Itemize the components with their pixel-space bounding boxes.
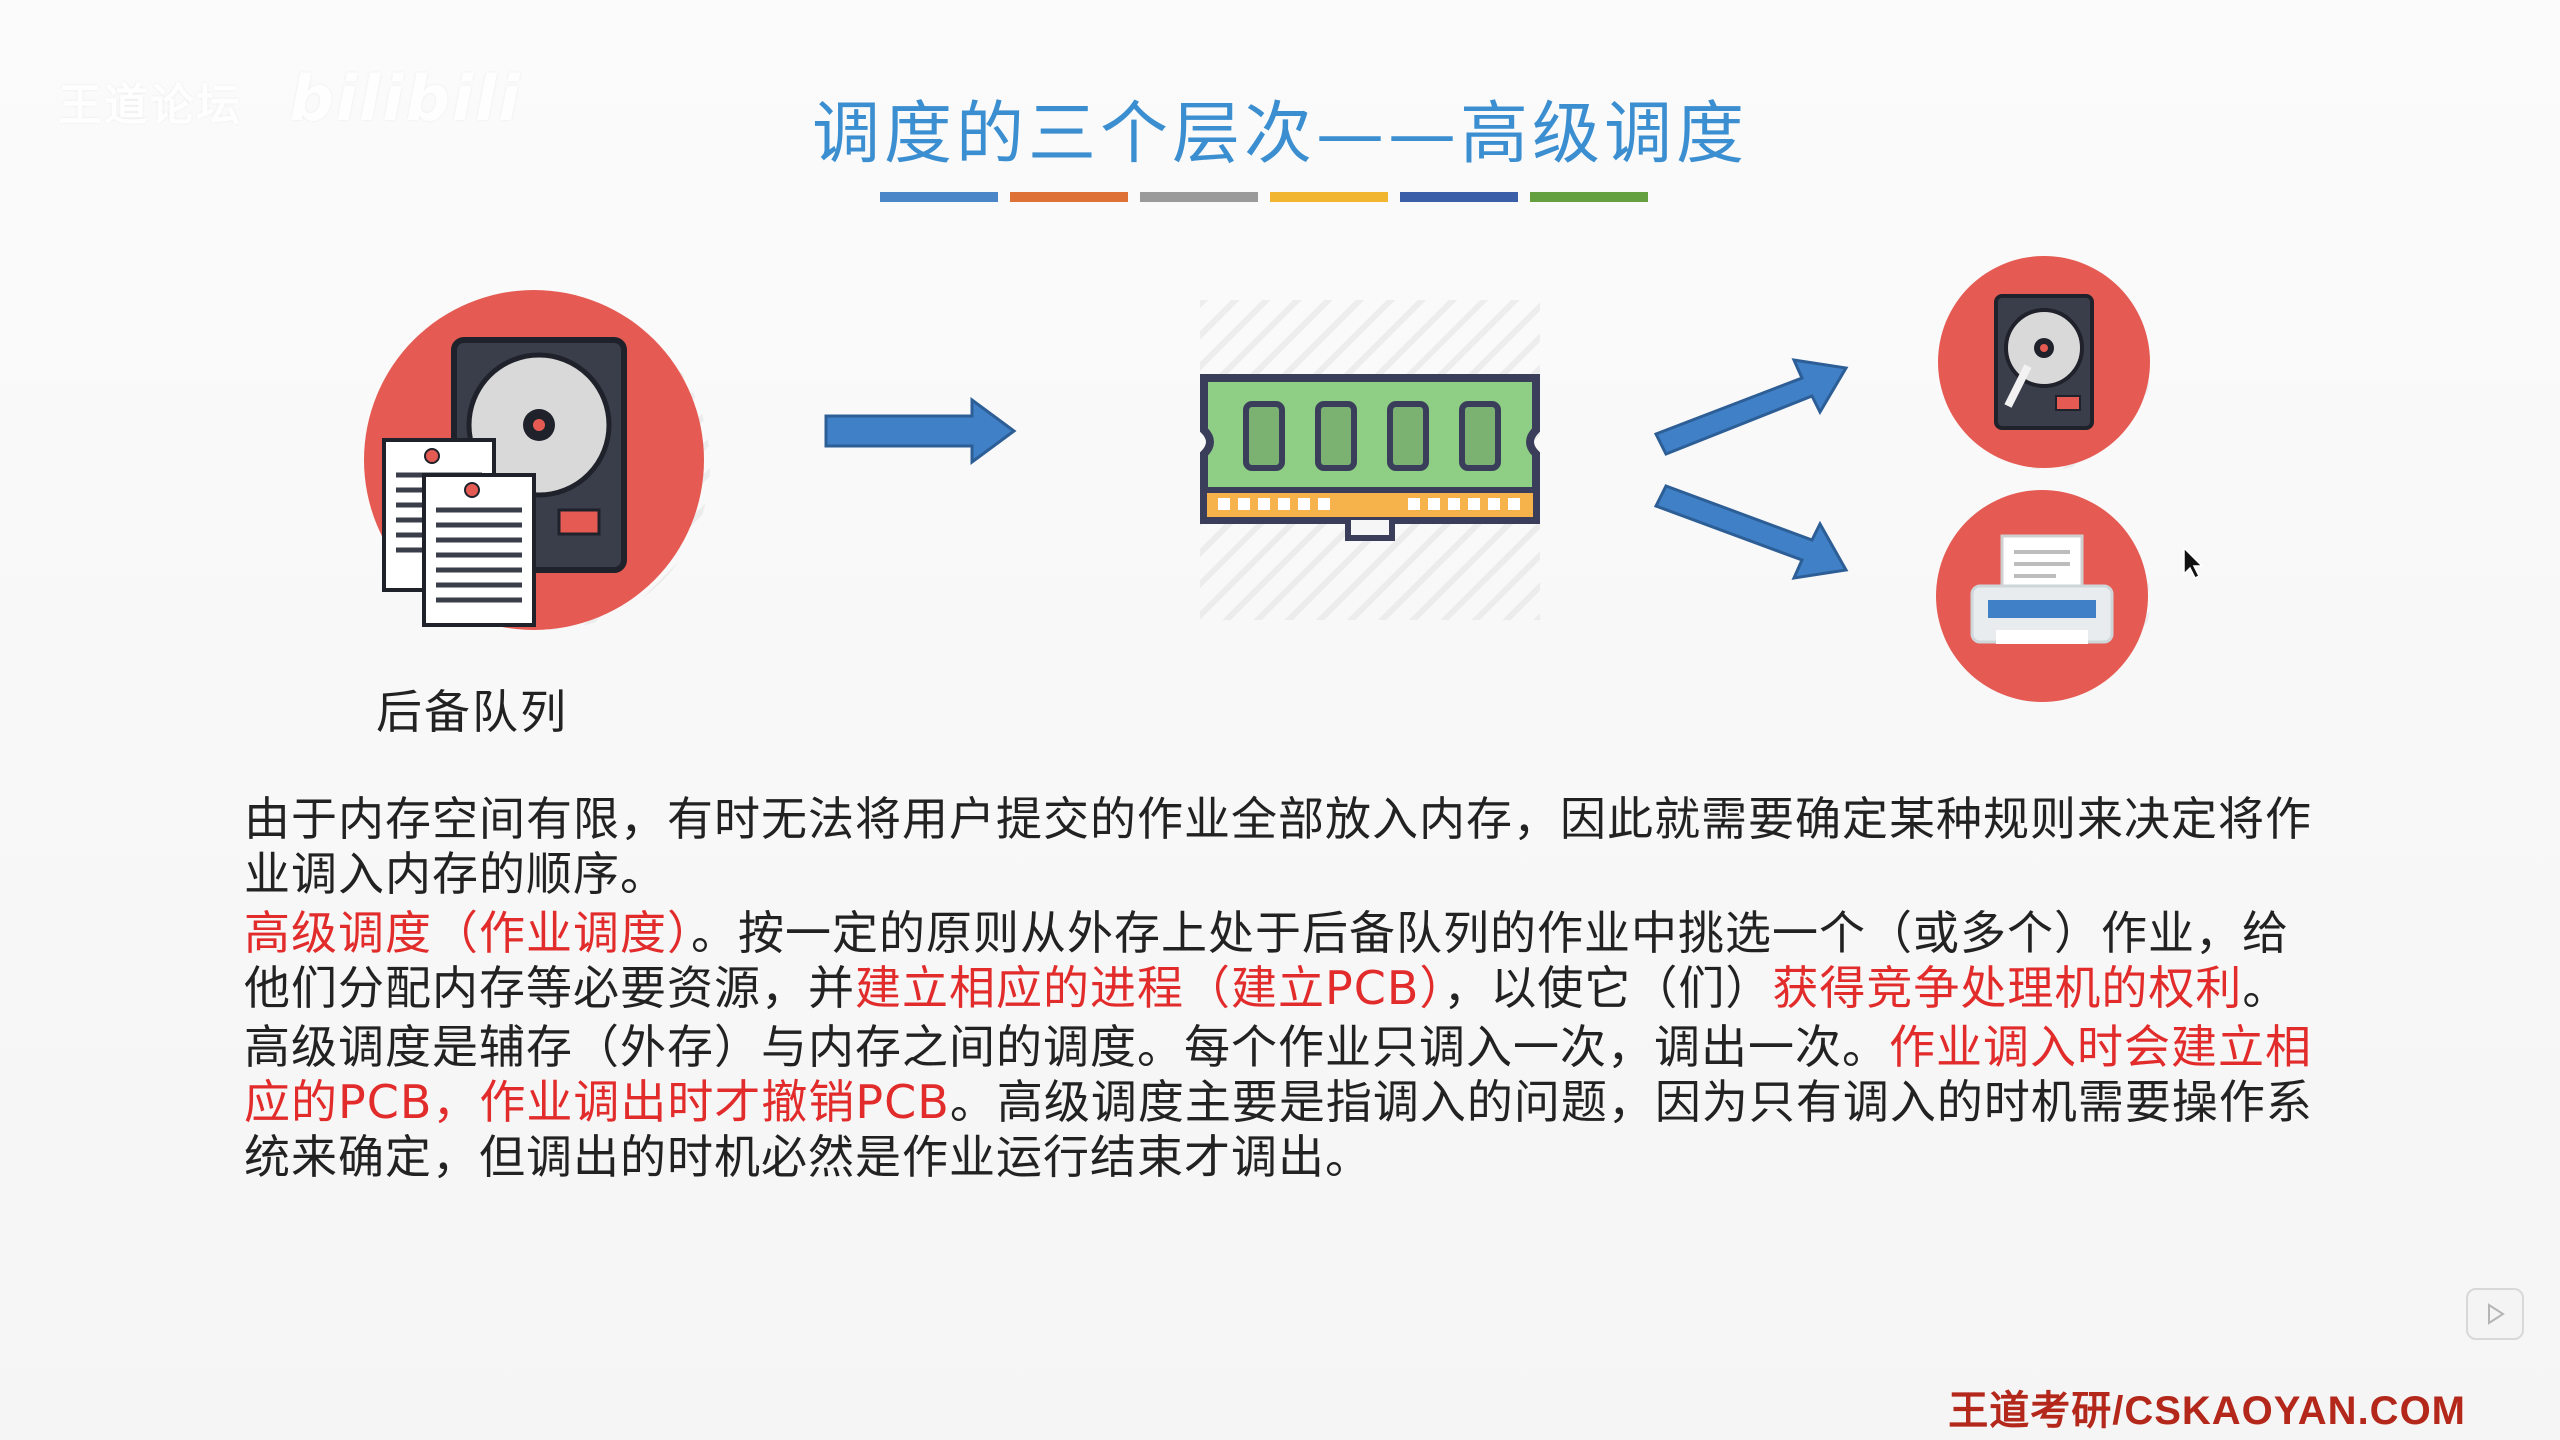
body-text-segment: 高级调度是辅存（外存）与内存之间的调度。每个作业只调入一次，调出一次。 (244, 1020, 1889, 1074)
paragraph: 由于内存空间有限，有时无法将用户提交的作业全部放入内存，因此就需要确定某种规则来… (244, 792, 2324, 902)
body-text-segment: 。 (2242, 961, 2290, 1015)
title-bar-2 (1140, 192, 1258, 202)
memory-ram-icon (1200, 374, 1540, 541)
title-underline-bars (880, 192, 1648, 202)
play-icon (2488, 1303, 2505, 1325)
slide-title: 调度的三个层次——高级调度 (811, 95, 1748, 174)
title-bar-0 (880, 192, 998, 202)
body-text-segment: ，以使它（们） (1443, 961, 1773, 1015)
footer-brand: 王道考研/CSKAOYAN.COM (1948, 1389, 2466, 1433)
title-bar-1 (1010, 192, 1128, 202)
right-arrow-icon (824, 397, 1017, 465)
body-text-segment: 由于内存空间有限，有时无法将用户提交的作业全部放入内存，因此就需要确定某种规则来… (244, 792, 2312, 901)
printer-icon (1936, 490, 2148, 702)
backlog-queue-label: 后备队列 (376, 685, 568, 739)
up-right-arrow-icon (1653, 358, 1849, 456)
highlight-text: 高级调度（作业调度） (244, 906, 691, 960)
title-bar-5 (1530, 192, 1648, 202)
slide: 王道论坛 bilibili 调度的三个层次——高级调度 后备队列 由于内存空间有… (0, 0, 2560, 1440)
highlight-text: 获得竞争处理机的权利 (1772, 961, 2243, 1015)
highlight-text: 建立相应的进程（建立PCB） (855, 961, 1444, 1015)
down-right-arrow-icon (1653, 484, 1849, 580)
paragraph: 高级调度是辅存（外存）与内存之间的调度。每个作业只调入一次，调出一次。作业调入时… (244, 1020, 2324, 1185)
mouse-cursor-icon (2183, 546, 2204, 580)
paragraph: 高级调度（作业调度）。按一定的原则从外存上处于后备队列的作业中挑选一个（或多个）… (244, 906, 2324, 1016)
hard-disk-icon (1938, 256, 2150, 468)
title-bar-4 (1400, 192, 1518, 202)
body-text: 由于内存空间有限，有时无法将用户提交的作业全部放入内存，因此就需要确定某种规则来… (244, 792, 2324, 1189)
play-button[interactable] (2466, 1288, 2524, 1340)
hard-disk-with-documents-icon (364, 290, 704, 630)
title-bar-3 (1270, 192, 1388, 202)
